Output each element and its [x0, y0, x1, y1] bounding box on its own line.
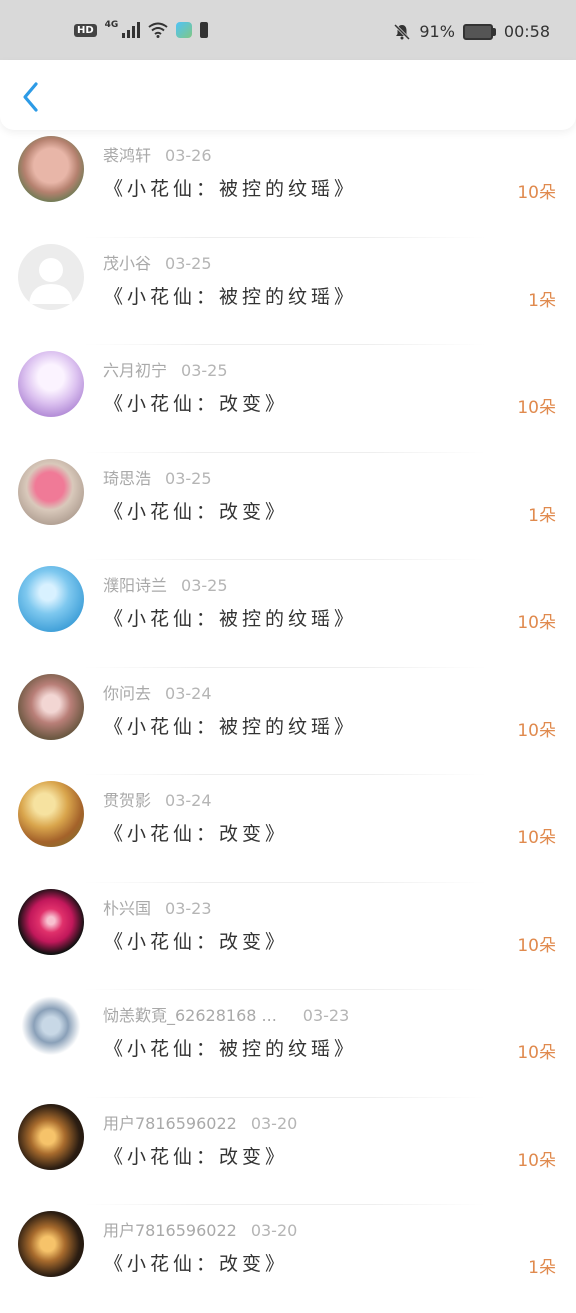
hd-badge: HD [74, 23, 97, 37]
blossom-avatar[interactable] [18, 673, 84, 740]
flower-count: 1朵 [528, 505, 556, 526]
user-name: 用户7816596022 [103, 1113, 237, 1133]
mute-bell-icon [394, 23, 411, 40]
flower-count: 10朵 [517, 720, 556, 741]
list-item[interactable]: 茂小谷 03-25 《小花仙：被控的纹瑶》 1朵 [0, 238, 576, 345]
default-avatar[interactable] [18, 243, 84, 310]
pony-avatar[interactable] [18, 458, 84, 525]
list-item[interactable]: 用户7816596022 03-20 《小花仙：改变》 10朵 [0, 1098, 576, 1205]
list-item[interactable]: 濮阳诗兰 03-25 《小花仙：被控的纹瑶》 10朵 [0, 560, 576, 668]
network-type: 4G [104, 20, 119, 30]
chevron-left-icon [23, 82, 38, 112]
flower-count: 10朵 [517, 935, 556, 956]
alert-icon [200, 22, 209, 38]
list-item[interactable]: 贯贺影 03-24 《小花仙：改变》 10朵 [0, 775, 576, 883]
gift-date: 03-24 [165, 683, 212, 703]
status-left: HD 4G [74, 20, 209, 38]
gift-date: 03-23 [165, 898, 212, 918]
gift-date: 03-26 [165, 146, 212, 165]
gift-list: 裘鸿轩 03-26 《小花仙：被控的纹瑶》 10朵 茂小谷 03-25 《小花仙：被… [0, 130, 576, 1313]
gift-title: 《小花仙：改变》 [104, 930, 289, 953]
wifi-icon [148, 22, 168, 38]
gift-date: 03-20 [250, 1221, 298, 1240]
gift-title: 《小花仙：被控的纹瑶》 [104, 1038, 358, 1060]
orchid-avatar[interactable] [18, 888, 84, 955]
anime-character-avatar[interactable] [18, 996, 84, 1062]
status-right: 91% 00:58 [393, 22, 550, 41]
user-name: 你问去 [103, 683, 152, 703]
app-notification-icon [176, 22, 193, 38]
gift-date: 03-25 [165, 253, 212, 273]
list-item[interactable]: 六月初宁 03-25 《小花仙：改变》 10朵 [0, 345, 576, 453]
flower-count: 10朵 [517, 398, 556, 418]
list-item[interactable]: 朴兴国 03-23 《小花仙：改变》 10朵 [0, 883, 576, 990]
gift-title: 《小花仙：改变》 [104, 1253, 289, 1275]
gift-date: 03-24 [165, 791, 212, 810]
user-name: 茂小谷 [103, 253, 152, 273]
gift-title: 《小花仙：改变》 [104, 1145, 289, 1168]
user-name: 濮阳诗兰 [103, 576, 168, 595]
user-name: 用户7816596022 [103, 1221, 237, 1240]
fairy-avatar[interactable] [18, 1103, 84, 1170]
status-bar: HD 4G 91% 00:58 [0, 0, 576, 64]
gift-title: 《小花仙：改变》 [104, 393, 289, 415]
flower-count: 10朵 [517, 1150, 556, 1171]
clock: 00:58 [503, 22, 550, 41]
user-name: 六月初宁 [103, 361, 168, 380]
gift-title: 《小花仙：被控的纹瑶》 [104, 715, 358, 738]
flower-count: 10朵 [517, 183, 556, 203]
gift-date: 03-25 [181, 361, 228, 380]
list-item[interactable]: 用户7816596022 03-20 《小花仙：改变》 1朵 [0, 1205, 576, 1313]
user-name: 贯贺影 [103, 791, 152, 810]
list-item[interactable]: 恸恙歎覔_62628168 ... 03-23 《小花仙：被控的纹瑶》 10朵 [0, 990, 576, 1098]
anime-girl-avatar[interactable] [18, 351, 84, 417]
gift-date: 03-25 [181, 576, 228, 595]
flower-count: 1朵 [528, 1258, 556, 1278]
battery-percent: 91% [419, 22, 455, 41]
flower-count: 10朵 [517, 828, 556, 848]
pig-avatar[interactable] [18, 136, 84, 202]
flower-count: 10朵 [517, 1043, 556, 1063]
gift-date: 03-25 [165, 468, 212, 488]
sky-avatar[interactable] [18, 566, 84, 632]
user-name: 裘鸿轩 [103, 146, 152, 165]
gift-title: 《小花仙：改变》 [104, 500, 289, 523]
gift-title: 《小花仙：被控的纹瑶》 [104, 178, 358, 200]
battery-icon [462, 23, 496, 40]
nav-bar [0, 60, 576, 130]
signal-icon [122, 22, 141, 38]
gift-title: 《小花仙：改变》 [104, 823, 289, 845]
user-name: 恸恙歎覔_62628168 ... [103, 1006, 277, 1025]
sunset-avatar[interactable] [18, 781, 84, 847]
flower-count: 1朵 [528, 290, 556, 311]
fairy-avatar[interactable] [18, 1211, 84, 1277]
gift-date: 03-20 [250, 1113, 298, 1133]
list-item[interactable]: 裘鸿轩 03-26 《小花仙：被控的纹瑶》 10朵 [0, 130, 576, 238]
flower-count: 10朵 [517, 613, 556, 633]
user-name: 朴兴国 [103, 898, 152, 918]
back-button[interactable] [14, 80, 48, 114]
user-name: 琦思浩 [103, 468, 152, 488]
gift-date: 03-23 [302, 1006, 350, 1025]
gift-title: 《小花仙：被控的纹瑶》 [104, 285, 358, 308]
gift-title: 《小花仙：被控的纹瑶》 [104, 608, 358, 630]
list-item[interactable]: 琦思浩 03-25 《小花仙：改变》 1朵 [0, 453, 576, 560]
list-item[interactable]: 你问去 03-24 《小花仙：被控的纹瑶》 10朵 [0, 668, 576, 775]
